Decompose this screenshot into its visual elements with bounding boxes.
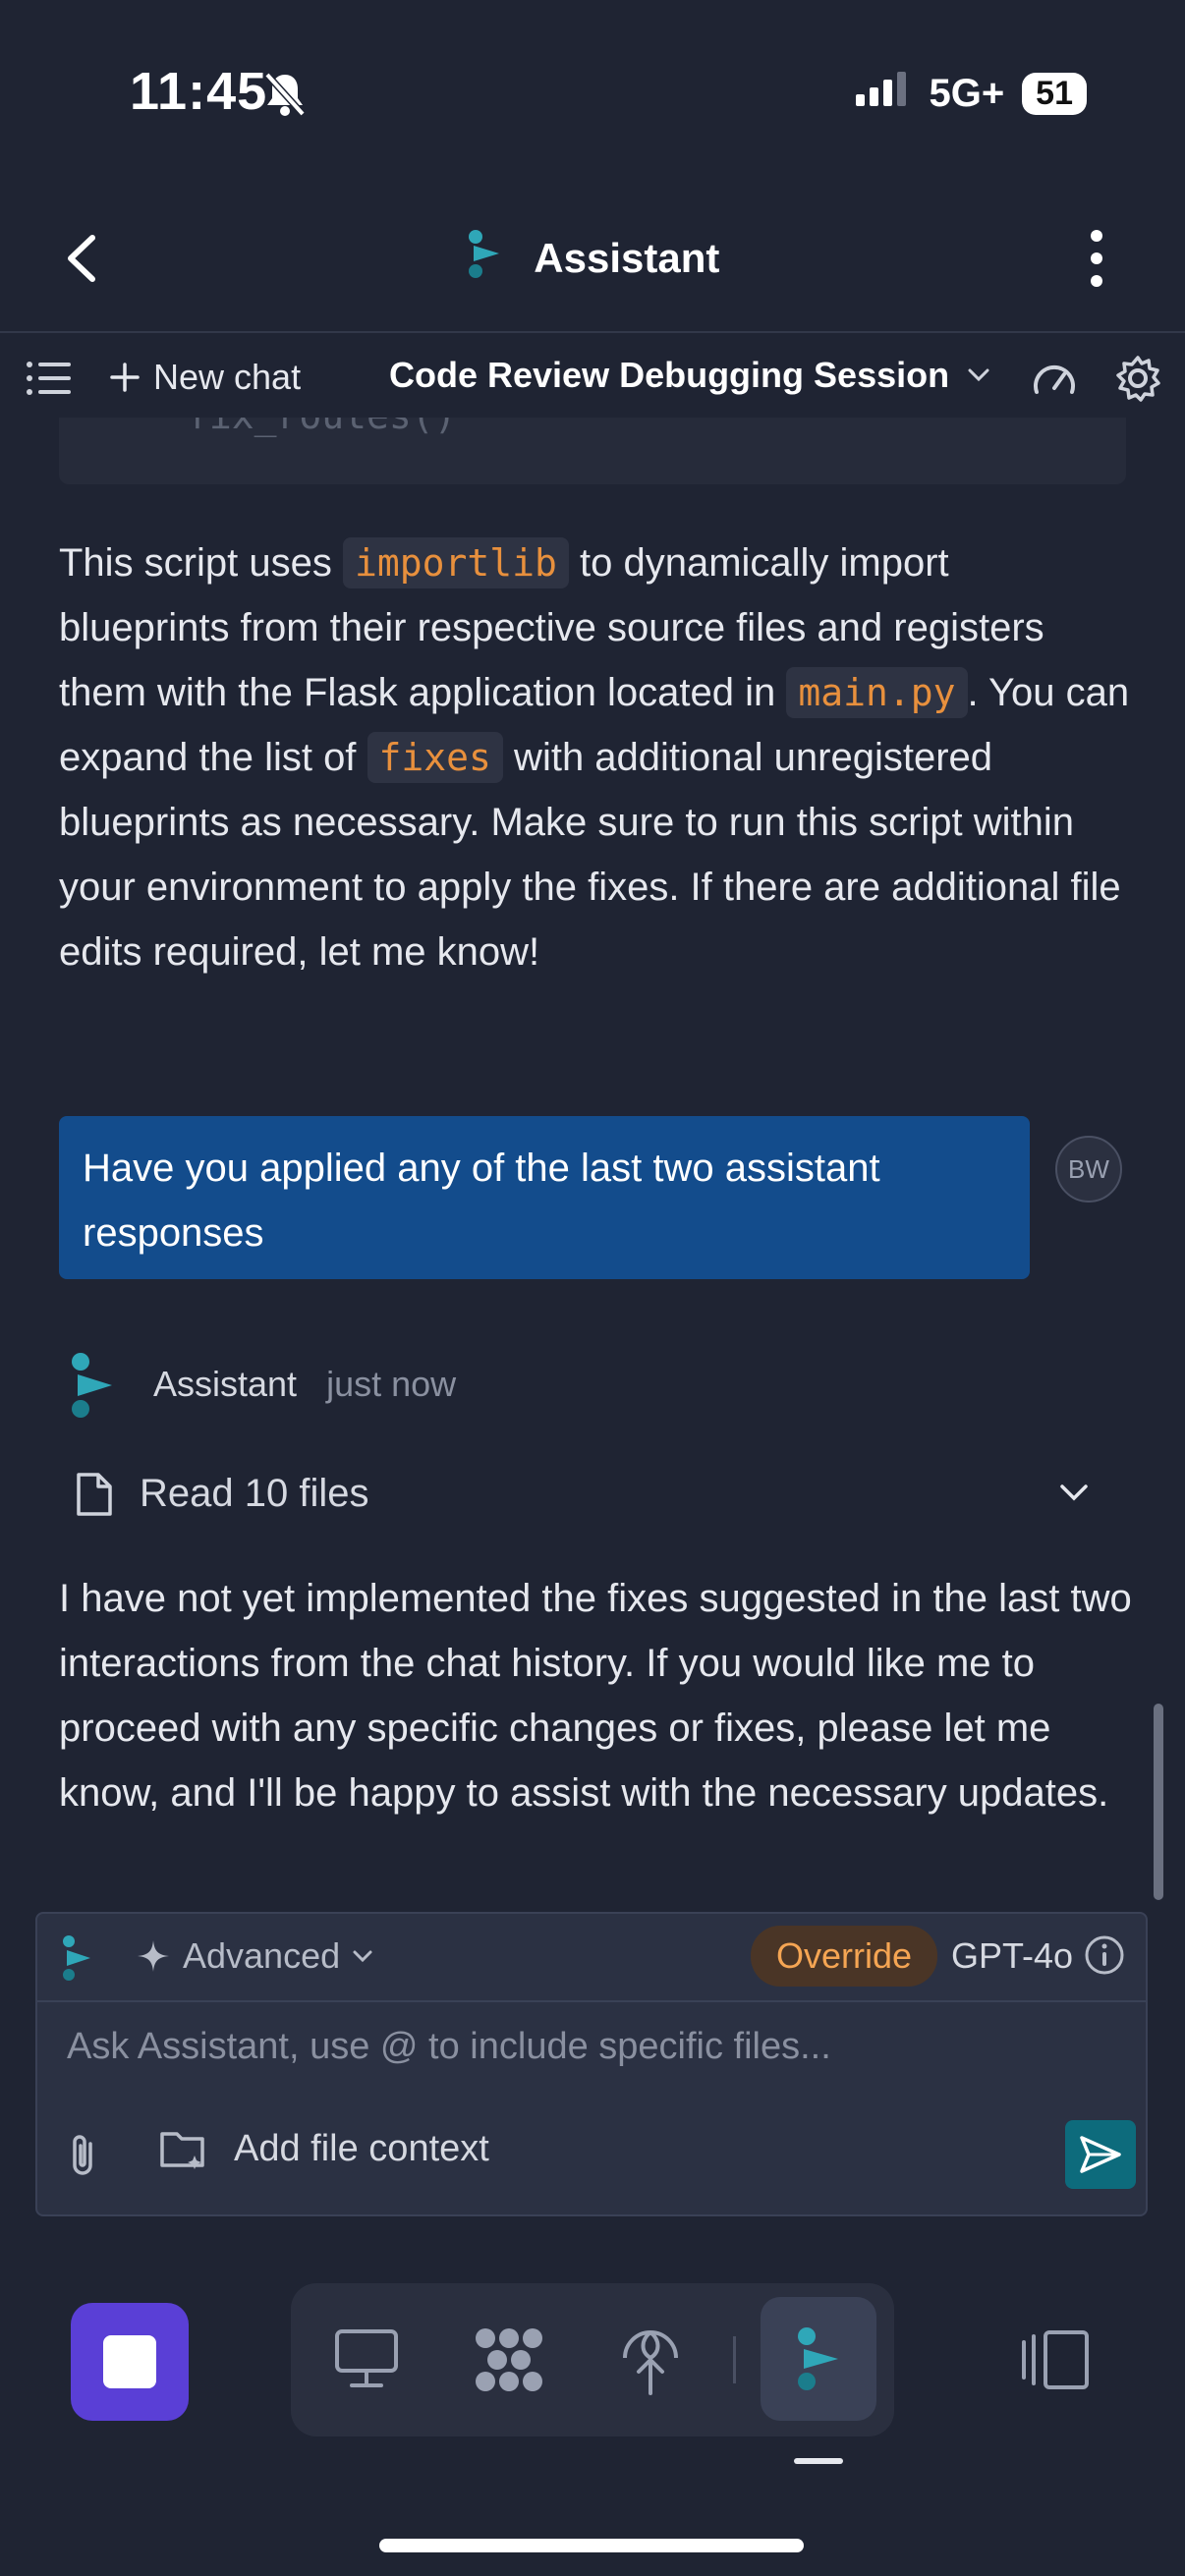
session-selector[interactable]: Code Review Debugging Session [389, 355, 990, 396]
inline-code-importlib: importlib [342, 537, 569, 588]
battery-indicator: 51 [1022, 72, 1087, 115]
send-button[interactable] [1065, 2120, 1136, 2189]
app-title-wrap: Assistant [0, 228, 1185, 289]
override-badge[interactable]: Override [751, 1926, 938, 1987]
tool-summary-label: Read 10 files [140, 1472, 369, 1515]
appbar-divider [0, 331, 1185, 333]
assistant-name: Assistant [153, 1364, 298, 1404]
chat-composer: Advanced Override GPT-4o Ask Assistant, … [35, 1912, 1148, 2216]
apps-grid-icon[interactable] [472, 2324, 546, 2395]
user-message-bubble: Have you applied any of the last two ass… [59, 1116, 1030, 1279]
session-title: Code Review Debugging Session [389, 355, 950, 395]
scrollbar[interactable] [1154, 1704, 1163, 1900]
chevron-down-icon [968, 368, 989, 382]
mode-selector[interactable]: Advanced [136, 1935, 373, 1977]
status-indicators: 5G+ 51 [856, 71, 1087, 116]
sparkle-icon [138, 1940, 169, 1972]
side-panel-icon[interactable] [1020, 2328, 1091, 2391]
app-title: Assistant [534, 235, 720, 281]
settings-gear-icon[interactable] [1114, 355, 1161, 407]
tool-summary-row[interactable]: Read 10 files [59, 1464, 1091, 1523]
folder-add-icon [160, 2132, 204, 2169]
composer-divider [37, 2000, 1146, 2002]
add-file-context-button[interactable]: Add file context [159, 2126, 489, 2171]
message-timestamp: just now [326, 1364, 457, 1404]
home-indicator [379, 2539, 804, 2552]
model-label[interactable]: GPT-4o [951, 1935, 1073, 1977]
more-options-button[interactable] [1085, 228, 1108, 289]
chevron-down-icon [353, 1950, 372, 1963]
network-label: 5G+ [929, 71, 1005, 115]
add-file-context-label: Add file context [234, 2127, 489, 2169]
chat-toolbar: New chat Code Review Debugging Session [0, 339, 1185, 418]
plus-icon [110, 363, 140, 392]
info-icon[interactable] [1083, 1933, 1126, 1977]
app-dock [291, 2283, 894, 2436]
new-chat-button[interactable]: New chat [110, 357, 301, 398]
active-dock-indicator [794, 2458, 843, 2464]
assistant-message-1: This script uses importlib to dynamicall… [59, 531, 1130, 984]
code-line: fix_routes() [187, 418, 457, 437]
code-block: fix_routes() [59, 418, 1126, 484]
paperclip-icon[interactable] [65, 2132, 104, 2179]
deploy-icon[interactable] [619, 2324, 682, 2395]
inline-code-fixes: fixes [367, 732, 503, 783]
message-input[interactable]: Ask Assistant, use @ to include specific… [67, 2026, 831, 2068]
send-icon [1080, 2136, 1121, 2173]
message-text: This script uses [59, 541, 343, 585]
new-chat-label: New chat [153, 357, 302, 397]
dock-divider [733, 2336, 736, 2383]
chevron-down-icon [1060, 1484, 1088, 1501]
stop-button[interactable] [71, 2303, 189, 2421]
assistant-logo-icon [63, 1935, 90, 1981]
desktop-icon[interactable] [334, 2328, 399, 2389]
signal-icon [856, 71, 911, 116]
assistant-logo-icon [466, 228, 505, 289]
assistant-avatar-icon [69, 1350, 118, 1426]
file-icon [77, 1473, 112, 1516]
mode-label: Advanced [183, 1935, 341, 1976]
user-avatar: BW [1055, 1136, 1122, 1203]
assistant-message-2: I have not yet implemented the fixes sug… [59, 1577, 1132, 1815]
inline-code-main-py: main.py [786, 667, 968, 718]
history-list-icon[interactable] [26, 359, 71, 403]
assistant-logo-icon [798, 2327, 838, 2390]
assistant-header: Assistant just now [153, 1364, 456, 1405]
gauge-icon[interactable] [1032, 359, 1077, 403]
assistant-dock-button[interactable] [761, 2297, 876, 2421]
stop-square-icon [103, 2335, 156, 2388]
status-time: 11:45 [130, 62, 268, 121]
silent-mode-icon [263, 71, 307, 118]
